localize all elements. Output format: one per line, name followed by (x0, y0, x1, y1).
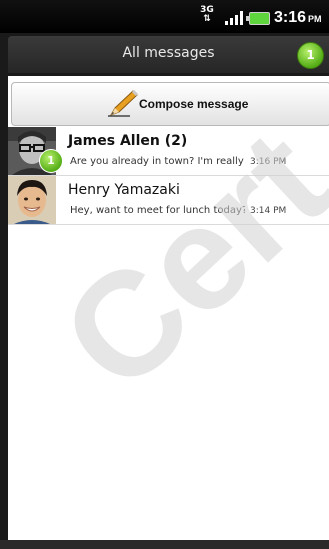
pencil-icon (108, 89, 138, 117)
thread-contact-name: Henry Yamazaki (68, 182, 180, 198)
compose-message-button[interactable]: Compose message (11, 82, 329, 126)
thread-time: 3:16 PM (250, 157, 287, 167)
signal-strength-icon (225, 11, 243, 25)
clock-time: 3:16 (274, 9, 307, 26)
avatar-henry-yamazaki (8, 176, 56, 224)
clock-ampm: PM (308, 14, 322, 24)
thread-preview: Hey, want to meet for lunch today? (70, 205, 245, 216)
message-thread-henry-yamazaki[interactable]: Henry Yamazaki Hey, want to meet for lun… (8, 176, 329, 225)
battery-icon (246, 12, 270, 25)
page-title: All messages (122, 45, 215, 61)
unread-count-badge[interactable]: 1 (297, 42, 324, 69)
thread-contact-name: James Allen (2) (68, 133, 188, 149)
unread-badge: 1 (39, 149, 63, 173)
thread-time: 3:14 PM (250, 206, 287, 216)
message-list-container: Compose message 1 James Allen (2) Are yo… (8, 76, 329, 540)
network-type-3g-icon: 3G ⇅ (200, 5, 214, 24)
message-thread-james-allen[interactable]: 1 James Allen (2) Are you already in tow… (8, 127, 329, 176)
header-bar: All messages 1 (8, 36, 329, 73)
compose-message-label: Compose message (139, 97, 249, 111)
bottom-bar (0, 540, 329, 549)
status-bar: 3G ⇅ 3:16 PM (0, 0, 329, 33)
thread-preview: Are you already in town? I'm really lo (70, 156, 245, 167)
status-clock: 3:16 PM (274, 9, 322, 27)
